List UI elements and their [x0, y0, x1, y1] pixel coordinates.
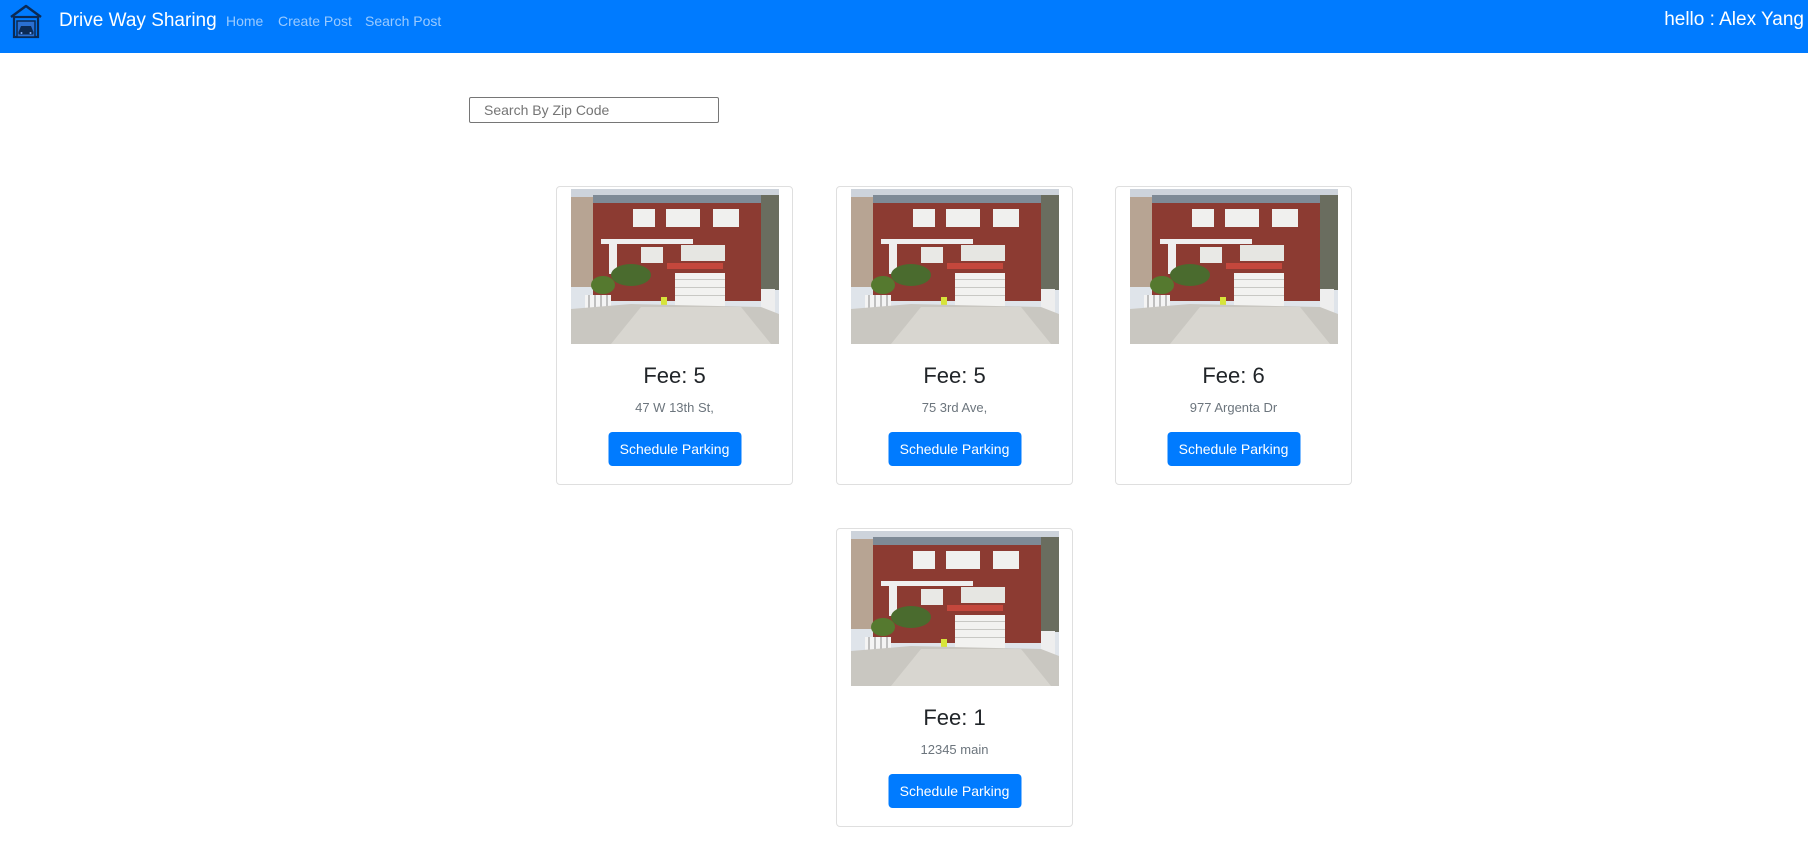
post-card: Fee: 6 977 Argenta Dr Schedule Parking — [1115, 186, 1352, 485]
driveway-photo — [571, 189, 779, 344]
post-card: Fee: 1 12345 main Schedule Parking — [836, 528, 1073, 827]
user-greeting: hello : Alex Yang — [1664, 9, 1804, 30]
card-address: 47 W 13th St, — [635, 400, 714, 415]
garage-house-icon[interactable] — [8, 3, 44, 39]
nav-create-post-link[interactable]: Create Post — [278, 13, 352, 29]
schedule-parking-button[interactable]: Schedule Parking — [888, 774, 1021, 808]
brand-title[interactable]: Drive Way Sharing — [59, 10, 217, 32]
card-fee: Fee: 6 — [1202, 363, 1265, 388]
driveway-photo — [851, 531, 1059, 686]
driveway-photo — [851, 189, 1059, 344]
card-address: 977 Argenta Dr — [1189, 400, 1278, 415]
navbar: Drive Way Sharing Home Create Post Searc… — [0, 0, 1808, 53]
nav-home-link[interactable]: Home — [226, 13, 263, 29]
zip-code-search-input[interactable] — [469, 97, 719, 123]
nav-search-post-link[interactable]: Search Post — [365, 13, 441, 29]
card-address: 75 3rd Ave, — [921, 400, 988, 415]
card-fee: Fee: 1 — [923, 705, 986, 730]
card-fee: Fee: 5 — [643, 363, 706, 388]
card-address: 12345 main — [920, 742, 989, 757]
schedule-parking-button[interactable]: Schedule Parking — [1167, 432, 1300, 466]
schedule-parking-button[interactable]: Schedule Parking — [888, 432, 1021, 466]
driveway-photo — [1130, 189, 1338, 344]
post-card: Fee: 5 75 3rd Ave, Schedule Parking — [836, 186, 1073, 485]
schedule-parking-button[interactable]: Schedule Parking — [608, 432, 741, 466]
card-fee: Fee: 5 — [923, 363, 986, 388]
post-card: Fee: 5 47 W 13th St, Schedule Parking — [556, 186, 793, 485]
